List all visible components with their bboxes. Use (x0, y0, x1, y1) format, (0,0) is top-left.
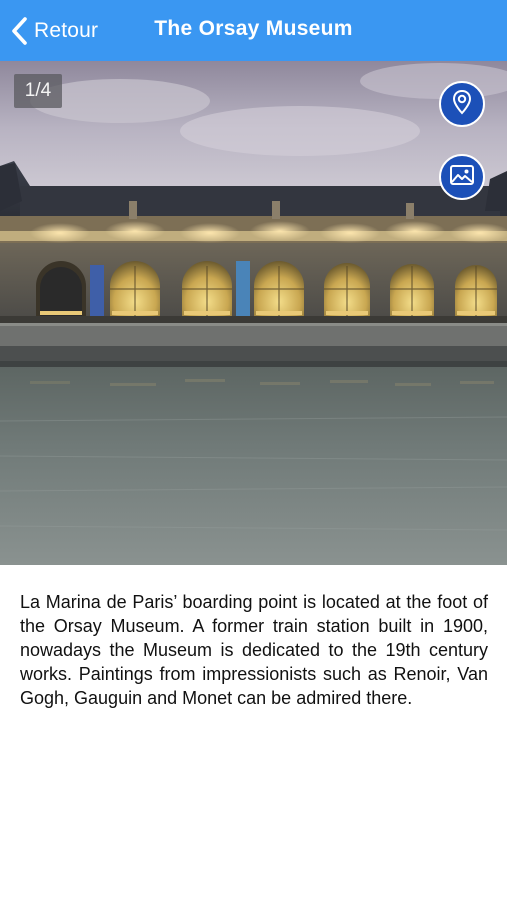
gallery-button[interactable] (439, 154, 485, 200)
app-screen: Retour The Orsay Museum 1/4 La Marina de… (0, 0, 507, 900)
museum-photo-image (0, 61, 507, 565)
location-button[interactable] (439, 81, 485, 127)
image-counter: 1/4 (14, 74, 62, 108)
navigation-bar: Retour The Orsay Museum (0, 0, 507, 61)
museum-photo[interactable]: 1/4 (0, 61, 507, 565)
description-text: La Marina de Paris’ boarding point is lo… (20, 592, 488, 708)
map-pin-icon (451, 89, 473, 120)
page-title: The Orsay Museum (154, 17, 353, 40)
image-gallery-icon (449, 163, 475, 192)
